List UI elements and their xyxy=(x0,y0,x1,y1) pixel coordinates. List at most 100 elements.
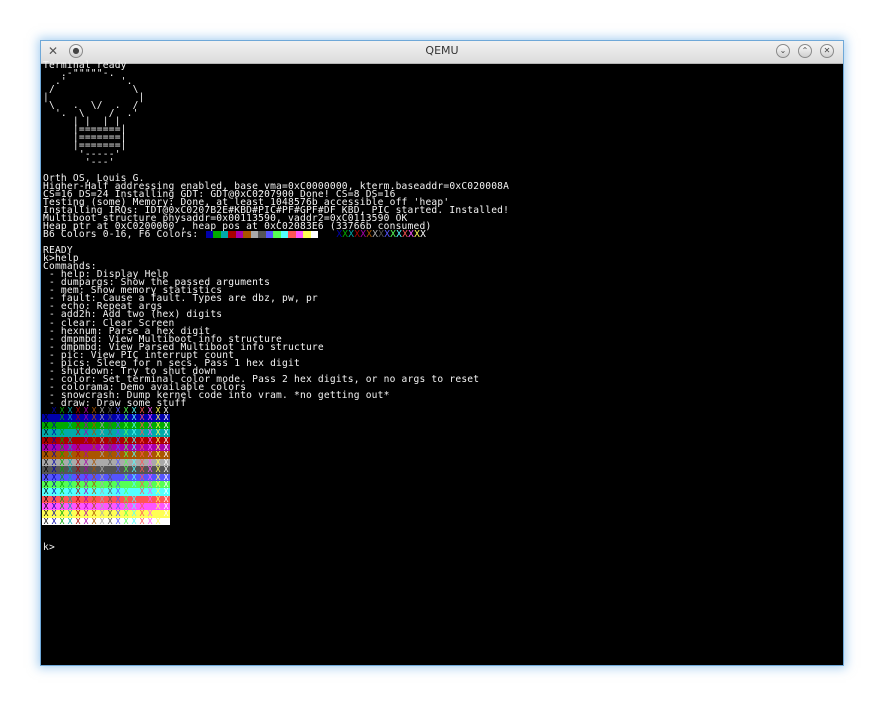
colorama-cell: X xyxy=(162,451,170,459)
colorama-cell: X xyxy=(82,473,90,481)
vga-screen[interactable]: Terminal ready .-"""""-. .' '. / \ | | \ … xyxy=(41,61,843,665)
colorama-cell: X xyxy=(82,495,90,504)
colorama-cell: X xyxy=(82,407,90,415)
colorama-cell: X xyxy=(146,458,154,467)
colorama-cell: X xyxy=(66,429,74,437)
colorama-cell: X xyxy=(138,510,146,518)
colorama-cell: X xyxy=(138,488,146,496)
colorama-cell: X xyxy=(162,473,170,481)
color-swatch xyxy=(280,230,289,238)
colorama-cell: X xyxy=(42,466,50,474)
colorama-cell: X xyxy=(66,503,74,511)
colorama-row: XXXXXXXXXXXXXXXX xyxy=(42,473,170,481)
colorama-cell: X xyxy=(106,510,114,518)
colorama-cell: X xyxy=(146,495,154,504)
colorama-row: XXXXXXXXXXXXXXXX xyxy=(42,495,170,504)
colorama-cell: X xyxy=(58,473,66,481)
colorama-cell: X xyxy=(114,495,122,504)
colorama-cell: X xyxy=(74,488,82,496)
colorama-cell: X xyxy=(82,421,90,430)
colorama-cell: X xyxy=(146,443,154,452)
colorama-cell: X xyxy=(74,466,82,474)
colorama-cell: X xyxy=(58,443,66,452)
colorama-cell: X xyxy=(74,503,82,511)
colorama-cell: X xyxy=(106,503,114,511)
colorama-cell: X xyxy=(146,480,154,489)
colorama-cell: X xyxy=(90,436,98,444)
colorama-cell: X xyxy=(154,495,162,504)
title-bar[interactable]: ✕ ● QEMU ⌄ ⌃ ✕ xyxy=(41,41,843,64)
colorama-cell: X xyxy=(90,495,98,504)
colorama-cell: X xyxy=(74,473,82,481)
colorama-cell: X xyxy=(82,458,90,467)
colorama-row: XXXXXXXXXXXXXXXX xyxy=(42,407,170,415)
color-swatch xyxy=(205,230,214,238)
colorama-cell: X xyxy=(90,458,98,467)
ascii-logo-line: '---' xyxy=(43,156,115,168)
colorama-cell: X xyxy=(122,473,130,481)
command-prompt[interactable]: k> xyxy=(43,543,55,553)
colorama-cell: X xyxy=(66,473,74,481)
colorama-cell: X xyxy=(90,473,98,481)
colorama-row: XXXXXXXXXXXXXXXX xyxy=(42,421,170,430)
minimize-icon[interactable]: ⌄ xyxy=(776,44,790,58)
colorama-cell: X xyxy=(154,443,162,452)
colorama-cell: X xyxy=(90,429,98,437)
maximize-icon[interactable]: ⌃ xyxy=(798,44,812,58)
colorama-cell: X xyxy=(58,488,66,496)
colorama-cell: X xyxy=(90,503,98,511)
colorama-cell: X xyxy=(106,473,114,481)
color-swatch xyxy=(198,230,206,238)
colorama-cell: X xyxy=(98,436,106,444)
colorama-cell: X xyxy=(130,510,138,518)
colorama-cell: X xyxy=(74,407,82,415)
colorama-cell: X xyxy=(138,407,146,415)
colorama-cell: X xyxy=(98,510,106,518)
colorama-cell: X xyxy=(42,488,50,496)
color-swatch xyxy=(220,230,229,238)
colorama-cell: X xyxy=(90,517,98,526)
colorama-cell: X xyxy=(146,473,154,481)
colorama-cell: X xyxy=(50,421,58,430)
colorama-cell: X xyxy=(82,414,90,422)
colorama-cell: X xyxy=(42,503,50,511)
colorama-cell: X xyxy=(58,429,66,437)
colorama-cell: X xyxy=(50,436,58,444)
colorama-cell: X xyxy=(74,517,82,526)
colorama-cell: X xyxy=(114,503,122,511)
colorama-cell: X xyxy=(138,443,146,452)
colorama-cell: X xyxy=(82,451,90,459)
colorama-cell: X xyxy=(42,429,50,437)
colorama-cell: X xyxy=(42,443,50,452)
colorama-cell: X xyxy=(130,429,138,437)
colorama-cell: X xyxy=(162,421,170,430)
colorama-cell: X xyxy=(42,414,50,422)
colorama-cell: X xyxy=(90,407,98,415)
colorama-cell: X xyxy=(42,407,50,415)
colorama-cell: X xyxy=(106,517,114,526)
colorama-cell: X xyxy=(138,458,146,467)
colorama-cell: X xyxy=(42,480,50,489)
colorama-cell: X xyxy=(66,407,74,415)
close-icon[interactable]: ✕ xyxy=(820,44,834,58)
colorama-cell: X xyxy=(98,429,106,437)
colorama-row: XXXXXXXXXXXXXXXX xyxy=(42,466,170,474)
colorama-cell: X xyxy=(146,466,154,474)
colorama-cell: X xyxy=(50,443,58,452)
colorama-cell: X xyxy=(122,503,130,511)
colors-label: B6 Colors 0-16, F6 Colors: xyxy=(43,228,199,240)
colorama-cell: X xyxy=(74,414,82,422)
colorama-cell: X xyxy=(66,466,74,474)
colorama-cell: X xyxy=(146,407,154,415)
terminal-line: k>help xyxy=(43,253,79,265)
color-swatch xyxy=(258,230,266,238)
colorama-cell: X xyxy=(162,495,170,504)
colorama-cell: X xyxy=(98,407,106,415)
qemu-window: ✕ ● QEMU ⌄ ⌃ ✕ Terminal ready .-"""""-. … xyxy=(40,40,844,666)
colorama-cell: X xyxy=(58,451,66,459)
colorama-cell: X xyxy=(138,421,146,430)
colorama-row: XXXXXXXXXXXXXXXX xyxy=(42,510,170,518)
colorama-cell: X xyxy=(154,466,162,474)
colorama-cell: X xyxy=(154,421,162,430)
